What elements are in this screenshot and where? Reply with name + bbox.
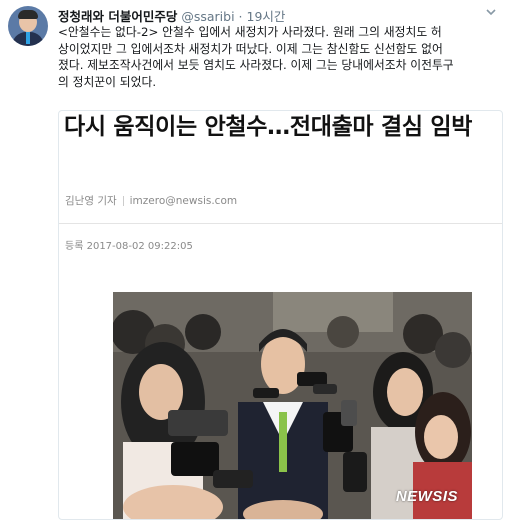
- tweet-timestamp[interactable]: 19시간: [247, 9, 286, 24]
- link-preview-card[interactable]: 다시 움직이는 안철수…전대출마 결심 임박 김난영 기자 imzero@news…: [58, 110, 503, 520]
- author-handle[interactable]: @ssaribi: [181, 9, 234, 24]
- tweet-text: <안철수는 없다-2> 안철수 입에서 새정치가 사라졌다. 원래 그의 새정치…: [58, 25, 454, 89]
- article-headline[interactable]: 다시 움직이는 안철수…전대출마 결심 임박: [64, 111, 502, 143]
- card-divider: [59, 223, 502, 224]
- chevron-down-icon[interactable]: [484, 6, 498, 20]
- author-name[interactable]: 정청래와 더불어민주당: [58, 9, 177, 24]
- article-photo[interactable]: NEWSIS: [113, 292, 472, 519]
- separator-dot: ·: [238, 9, 243, 24]
- byline-divider: [122, 196, 124, 206]
- press-scrum-illustration: [113, 292, 472, 519]
- date-value: 2017-08-02 09:22:05: [86, 241, 193, 252]
- avatar-hair: [18, 10, 38, 19]
- tweet-header: 정청래와 더불어민주당 @ssaribi · 19시간: [58, 6, 285, 25]
- reporter-email: imzero@newsis.com: [129, 195, 238, 207]
- photo-credit-watermark: NEWSIS: [395, 488, 458, 505]
- author-avatar[interactable]: [8, 6, 48, 46]
- article-date: 등록 2017-08-02 09:22:05: [65, 237, 193, 252]
- article-byline: 김난영 기자 imzero@newsis.com: [65, 193, 237, 208]
- reporter-name: 김난영 기자: [65, 195, 117, 207]
- date-label: 등록: [65, 241, 84, 252]
- avatar-tie: [26, 32, 30, 44]
